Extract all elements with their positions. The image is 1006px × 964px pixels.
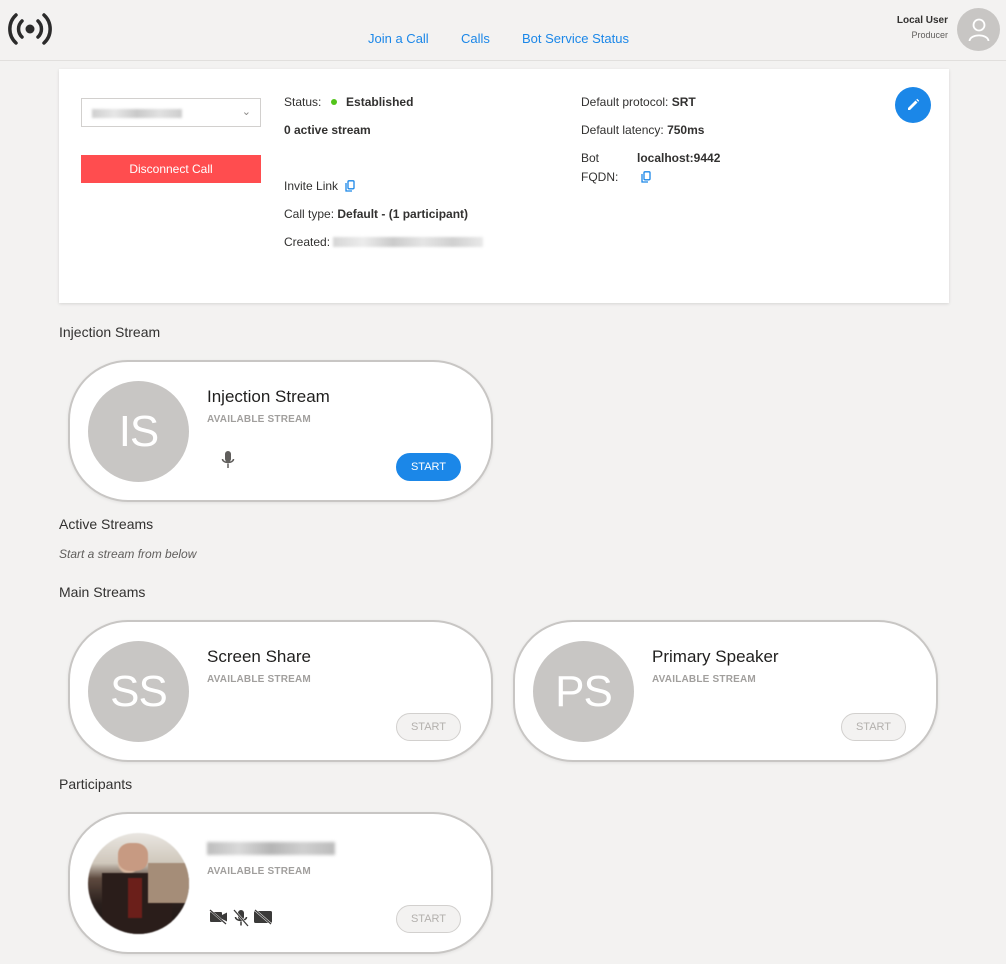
injection-stream-heading: Injection Stream [59, 324, 161, 340]
created-label: Created: [284, 235, 331, 249]
stream-name: Primary Speaker [652, 647, 779, 666]
start-screen-share-button[interactable]: START [396, 713, 461, 741]
status-label: Status: [284, 95, 322, 109]
latency-label: Default latency: [581, 123, 664, 137]
start-injection-stream-button[interactable]: START [396, 453, 461, 481]
invite-link-line: Invite Link [284, 179, 356, 193]
latency-line: Default latency: 750ms [581, 123, 704, 137]
call-details-card: ⌄ Disconnect Call Status: Established 0 … [59, 69, 949, 303]
video-off-icon [209, 909, 227, 925]
active-streams-hint: Start a stream from below [59, 547, 197, 561]
created-line: Created: [284, 235, 484, 249]
user-role: Producer [911, 30, 948, 40]
bot-fqdn-value: localhost:9442 [637, 151, 720, 165]
invite-link-label: Invite Link [284, 179, 339, 193]
protocol-line: Default protocol: SRT [581, 95, 696, 109]
protocol-label: Default protocol: [581, 95, 669, 109]
stream-name: Injection Stream [207, 387, 330, 406]
stream-name: Screen Share [207, 647, 311, 666]
stream-status: AVAILABLE STREAM [652, 674, 756, 685]
primary-speaker-card: PS Primary Speaker AVAILABLE STREAM STAR… [513, 620, 938, 762]
stream-status: AVAILABLE STREAM [207, 674, 311, 685]
redacted-participant-name [207, 842, 335, 855]
call-type-line: Call type: Default - (1 participant) [284, 207, 468, 221]
participant-photo [88, 833, 189, 934]
participant-card: AVAILABLE STREAM START [68, 812, 493, 954]
active-streams-heading: Active Streams [59, 516, 154, 532]
mic-off-icon [233, 909, 249, 927]
nav-calls[interactable]: Calls [461, 31, 490, 46]
redacted-created-value [333, 237, 484, 247]
redacted-select-value [92, 109, 182, 118]
injection-stream-card: IS Injection Stream AVAILABLE STREAM STA… [68, 360, 493, 502]
copy-fqdn-icon[interactable] [641, 171, 651, 183]
stream-status: AVAILABLE STREAM [207, 866, 311, 877]
copy-invite-link-icon[interactable] [345, 180, 356, 192]
screen-share-off-icon [254, 909, 272, 925]
user-avatar[interactable] [957, 8, 1000, 51]
user-name: Local User [896, 15, 948, 26]
user-info: Local User Producer [897, 15, 948, 40]
bot-label: Bot [581, 151, 600, 165]
chevron-down-icon: ⌄ [241, 106, 251, 118]
participants-heading: Participants [59, 776, 133, 792]
stream-avatar: PS [533, 641, 634, 742]
stream-status: AVAILABLE STREAM [207, 414, 311, 425]
nav-bot-service-status[interactable]: Bot Service Status [522, 31, 629, 46]
call-type-label: Call type: [284, 207, 335, 221]
screen-share-card: SS Screen Share AVAILABLE STREAM START [68, 620, 493, 762]
active-stream-count: 0 active stream [284, 123, 371, 137]
nav-join-call[interactable]: Join a Call [368, 31, 429, 46]
main-streams-heading: Main Streams [59, 584, 146, 600]
active-stream-text: 0 active stream [284, 123, 371, 137]
start-primary-speaker-button[interactable]: START [841, 713, 906, 741]
start-participant-stream-button[interactable]: START [396, 905, 461, 933]
disconnect-call-button[interactable]: Disconnect Call [81, 155, 261, 183]
stream-avatar: SS [88, 641, 189, 742]
status-dot-icon [330, 99, 337, 106]
microphone-icon[interactable] [221, 450, 235, 470]
status-line: Status: Established [284, 95, 413, 109]
call-type-value: Default - (1 participant) [337, 207, 469, 221]
app-header: Join a Call Calls Bot Service Status Loc… [0, 0, 1006, 61]
latency-value: 750ms [667, 123, 705, 137]
bot-fqdn-text: localhost:9442 [637, 151, 721, 165]
broadcast-logo-icon [8, 13, 52, 45]
stream-avatar: IS [88, 381, 189, 482]
user-icon [968, 18, 989, 41]
fqdn-label: FQDN: [581, 170, 619, 184]
status-value: Established [346, 95, 414, 109]
protocol-value: SRT [671, 95, 696, 109]
call-select[interactable]: ⌄ [81, 98, 261, 127]
edit-call-button[interactable] [895, 87, 931, 123]
pencil-icon [908, 98, 920, 110]
